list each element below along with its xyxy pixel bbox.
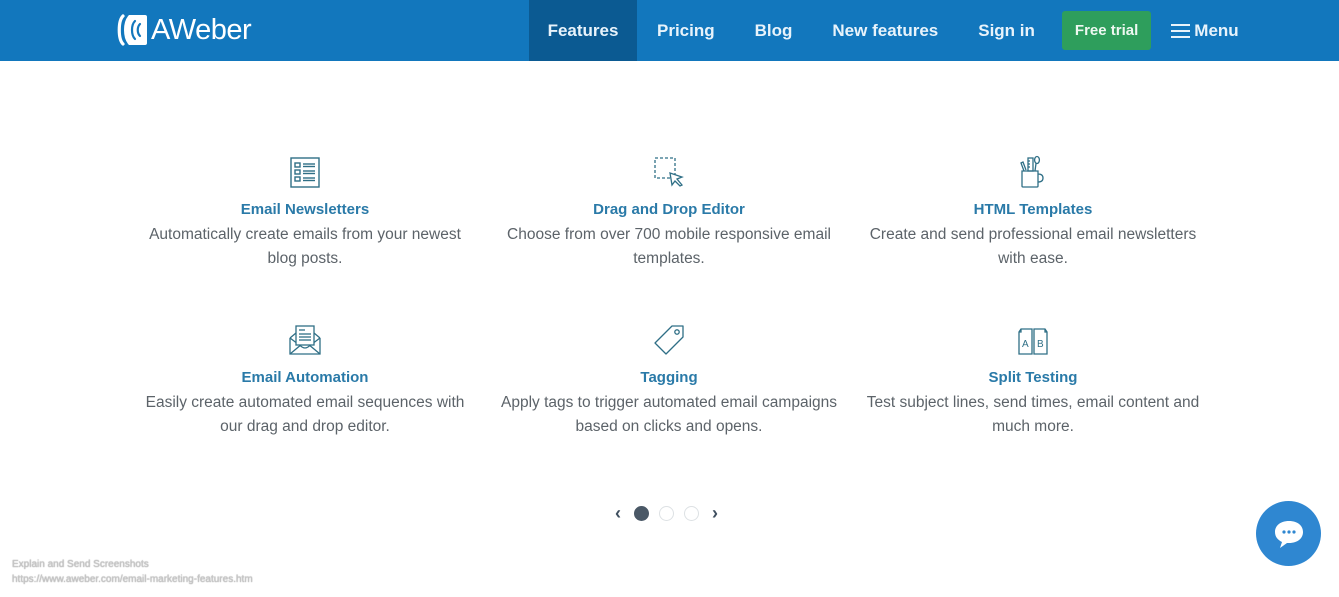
menu-label: Menu — [1194, 20, 1239, 40]
svg-text:B: B — [1037, 339, 1044, 350]
screenshot-watermark: Explain and Send Screenshots https://www… — [12, 557, 253, 587]
logo-text: AWeber — [151, 13, 252, 46]
free-trial-button[interactable]: Free trial — [1061, 11, 1152, 50]
watermark-url: https://www.aweber.com/email-marketing-f… — [12, 574, 253, 585]
watermark-title: Explain and Send Screenshots — [12, 559, 149, 570]
feature-description: Easily create automated email sequences … — [145, 394, 465, 435]
feature-title[interactable]: Tagging — [489, 369, 849, 387]
pencil-cup-icon — [1020, 155, 1044, 188]
pager-dot-2[interactable] — [659, 506, 674, 521]
nav-blog[interactable]: Blog — [735, 0, 813, 61]
feature-title[interactable]: Email Automation — [125, 369, 485, 387]
feature-description: Create and send professional email newsl… — [869, 226, 1197, 267]
nav-sign-in[interactable]: Sign in — [958, 0, 1055, 61]
pager-dot-3[interactable] — [684, 506, 699, 521]
aweber-logo-icon — [117, 14, 147, 46]
top-navigation-bar: AWeber Features Pricing Blog New feature… — [0, 0, 1339, 61]
previous-arrow[interactable]: ‹ — [612, 503, 624, 524]
feature-title[interactable]: Split Testing — [853, 369, 1213, 387]
next-arrow[interactable]: › — [709, 503, 721, 524]
aweber-logo[interactable]: AWeber — [115, 12, 252, 48]
feature-split-testing[interactable]: A B Split Testing Test subject lines, se… — [853, 323, 1213, 439]
feature-title[interactable]: HTML Templates — [853, 201, 1213, 219]
feature-email-newsletters[interactable]: Email Newsletters Automatically create e… — [125, 155, 485, 271]
split-ab-icon: A B — [1018, 328, 1048, 355]
feature-description: Test subject lines, send times, email co… — [866, 394, 1200, 435]
feature-title[interactable]: Drag and Drop Editor — [489, 201, 849, 219]
nav-new-features[interactable]: New features — [812, 0, 958, 61]
feature-description: Choose from over 700 mobile responsive e… — [507, 226, 831, 267]
feature-title[interactable]: Email Newsletters — [125, 201, 485, 219]
hamburger-icon — [1171, 23, 1191, 38]
open-envelope-icon — [289, 325, 321, 355]
carousel-pager: ‹ › — [612, 503, 721, 524]
svg-text:A: A — [1022, 339, 1029, 350]
tag-icon — [654, 325, 684, 355]
nav-pricing[interactable]: Pricing — [637, 0, 735, 61]
newsletter-list-icon — [290, 157, 320, 188]
feature-description: Automatically create emails from your ne… — [149, 226, 461, 267]
feature-drag-and-drop-editor[interactable]: Drag and Drop Editor Choose from over 70… — [489, 155, 849, 271]
feature-tagging[interactable]: Tagging Apply tags to trigger automated … — [489, 323, 849, 439]
nav-features[interactable]: Features — [529, 0, 637, 61]
drag-drop-cursor-icon — [654, 157, 684, 187]
menu-button[interactable]: Menu — [1171, 0, 1239, 61]
chat-button[interactable] — [1256, 501, 1321, 566]
feature-html-templates[interactable]: HTML Templates Create and send professio… — [853, 155, 1213, 271]
pager-dot-1[interactable] — [634, 506, 649, 521]
feature-email-automation[interactable]: Email Automation Easily create automated… — [125, 323, 485, 439]
main-nav: Features Pricing Blog New features Sign … — [529, 0, 1239, 61]
feature-description: Apply tags to trigger automated email ca… — [500, 394, 837, 435]
chat-bubble-icon — [1274, 520, 1303, 548]
